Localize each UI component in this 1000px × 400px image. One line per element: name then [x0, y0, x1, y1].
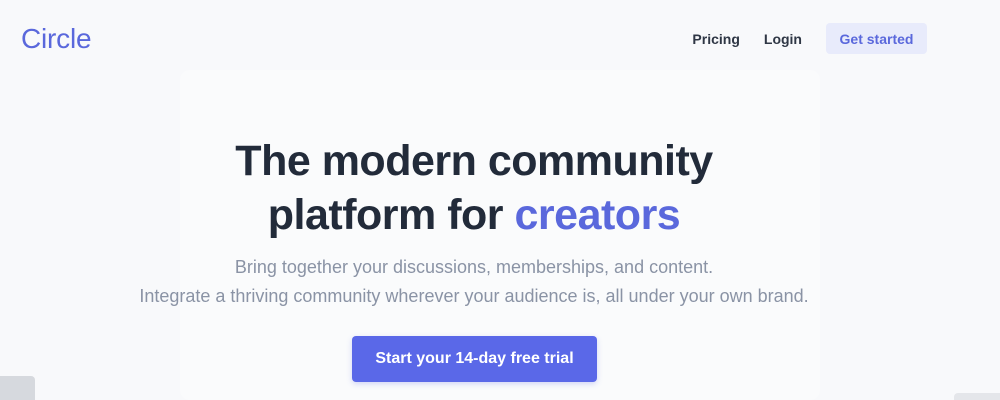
- start-free-trial-button[interactable]: Start your 14-day free trial: [352, 336, 597, 382]
- nav-link-login[interactable]: Login: [764, 31, 802, 47]
- hero-title-accent-word: creators: [514, 191, 681, 239]
- circle-logo[interactable]: Circle: [21, 24, 92, 54]
- hero-subtitle-line-2: Integrate a thriving community wherever …: [139, 286, 809, 306]
- hero-title: The modern community platform for creato…: [0, 134, 948, 242]
- bottom-left-partial-element: [0, 376, 35, 400]
- bottom-right-partial-element: [954, 393, 1000, 400]
- nav-link-pricing[interactable]: Pricing: [692, 31, 739, 47]
- hero-subtitle-line-1: Bring together your discussions, members…: [234, 257, 714, 277]
- hero-title-line-1: The modern community: [235, 137, 713, 185]
- hero-title-line-2-prefix: platform for: [267, 191, 504, 239]
- get-started-button[interactable]: Get started: [826, 23, 927, 54]
- top-navigation: Pricing Login Get started: [692, 23, 927, 54]
- hero-subtitle: Bring together your discussions, members…: [0, 253, 948, 311]
